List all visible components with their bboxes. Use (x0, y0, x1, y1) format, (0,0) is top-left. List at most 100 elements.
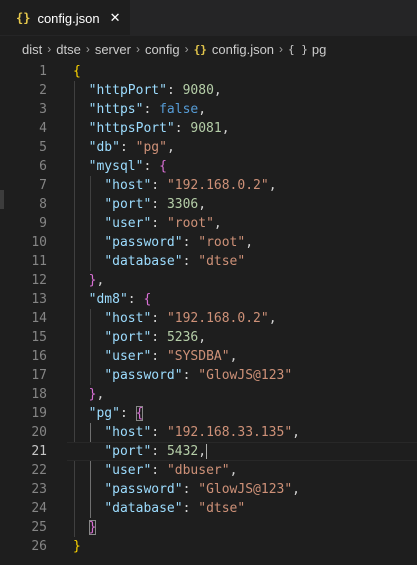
line-number: 16 (31, 349, 47, 364)
json-string: "SYSDBA" (166, 349, 230, 364)
line-number: 23 (31, 482, 47, 497)
json-string: "dbuser" (166, 463, 230, 478)
json-string: "192.168.0.2" (166, 311, 269, 326)
brace: { (143, 292, 152, 307)
code-line: 10 "password": "root", (0, 233, 417, 252)
line-number: 24 (31, 501, 47, 516)
code-line: 6 "mysql": { (0, 157, 417, 176)
code-line: 15 "port": 5236, (0, 328, 417, 347)
code-line: 3 "https": false, (0, 100, 417, 119)
json-key: "db" (88, 140, 120, 155)
json-key: "host" (104, 311, 152, 326)
breadcrumb-dtse[interactable]: dtse (56, 42, 81, 57)
brace-match: { (135, 406, 144, 421)
code-line: 1 { (0, 62, 417, 81)
json-key: "password" (104, 235, 183, 250)
json-key: "database" (104, 501, 183, 516)
code-editor[interactable]: 1 { 2 "httpPort": 9080, 3 "https": false… (0, 62, 417, 565)
json-string: "GlowJS@123" (198, 482, 293, 497)
code-line: 18 }, (0, 385, 417, 404)
text-caret (206, 444, 208, 459)
json-key: "host" (104, 178, 152, 193)
breadcrumb-server[interactable]: server (95, 42, 131, 57)
json-string: "192.168.0.2" (166, 178, 269, 193)
json-number: 9081 (190, 121, 222, 136)
json-key: "https" (88, 102, 144, 117)
line-number: 15 (31, 330, 47, 345)
code-line: 23 "password": "GlowJS@123", (0, 480, 417, 499)
code-line: 4 "httpsPort": 9081, (0, 119, 417, 138)
code-line: 26 } (0, 537, 417, 556)
line-number: 6 (39, 159, 47, 174)
json-string: "dtse" (198, 254, 246, 269)
line-number: 19 (31, 406, 47, 421)
json-key: "pg" (88, 406, 120, 421)
json-number: 3306 (166, 197, 199, 212)
line-number: 7 (39, 178, 47, 193)
json-key: "port" (104, 330, 152, 345)
breadcrumb-config-json[interactable]: config.json (212, 42, 274, 57)
current-line: 21 "port": 5432, (0, 442, 417, 461)
brace-match: } (88, 520, 97, 535)
line-number: 26 (31, 539, 47, 554)
code-line: 7 "host": "192.168.0.2", (0, 176, 417, 195)
line-number: 5 (39, 140, 47, 155)
code-line: 11 "database": "dtse" (0, 252, 417, 271)
line-number: 11 (31, 254, 47, 269)
json-string: "root" (166, 216, 214, 231)
line-number: 2 (39, 83, 47, 98)
line-number: 18 (31, 387, 47, 402)
code-line: 22 "user": "dbuser", (0, 461, 417, 480)
breadcrumb: dist › dtse › server › config › {} confi… (0, 38, 417, 60)
line-number: 1 (39, 64, 47, 79)
line-number: 9 (39, 216, 47, 231)
json-key: "password" (104, 368, 183, 383)
json-string: "root" (198, 235, 246, 250)
code-line: 12 }, (0, 271, 417, 290)
json-boolean: false (159, 102, 199, 117)
json-key: "port" (104, 444, 152, 459)
breadcrumb-dist[interactable]: dist (22, 42, 42, 57)
json-number: 9080 (182, 83, 214, 98)
brace: { (159, 159, 167, 174)
json-key: "host" (104, 425, 152, 440)
line-number: 10 (31, 235, 47, 250)
brace: } (73, 539, 81, 554)
line-number: 3 (39, 102, 47, 117)
brace: { (73, 64, 81, 79)
code-line: 24 "database": "dtse" (0, 499, 417, 518)
close-icon[interactable]: ✕ (110, 10, 121, 26)
tab-config-json[interactable]: {} config.json ✕ (0, 0, 130, 35)
json-key: "httpsPort" (88, 121, 175, 136)
line-number: 25 (31, 520, 47, 535)
json-key: "password" (104, 482, 183, 497)
code-line: 17 "password": "GlowJS@123" (0, 366, 417, 385)
breadcrumb-config[interactable]: config (145, 42, 180, 57)
json-number: 5236 (166, 330, 199, 345)
json-key: "database" (104, 254, 183, 269)
code-line: 14 "host": "192.168.0.2", (0, 309, 417, 328)
tab-bar: {} config.json ✕ (0, 0, 417, 36)
json-key: "user" (104, 349, 152, 364)
json-string: "GlowJS@123" (198, 368, 293, 383)
line-number: 17 (31, 368, 47, 383)
line-number: 12 (31, 273, 47, 288)
json-key: "user" (104, 216, 152, 231)
code-line: 2 "httpPort": 9080, (0, 81, 417, 100)
code-line: 19 "pg": { (0, 404, 417, 423)
json-file-icon: {} (16, 11, 31, 25)
chevron-right-icon: › (135, 42, 140, 56)
line-number: 20 (31, 425, 47, 440)
breadcrumb-pg[interactable]: pg (312, 42, 326, 57)
json-key: "httpPort" (88, 83, 167, 98)
chevron-right-icon: › (85, 42, 90, 56)
code-line: 5 "db": "pg", (0, 138, 417, 157)
chevron-right-icon: › (279, 42, 284, 56)
line-number: 13 (31, 292, 47, 307)
line-number: 8 (39, 197, 47, 212)
line-number: 14 (31, 311, 47, 326)
json-key: "user" (104, 463, 152, 478)
json-key: "dm8" (88, 292, 128, 307)
json-string: "192.168.33.135" (166, 425, 293, 440)
code-line: 25 } (0, 518, 417, 537)
